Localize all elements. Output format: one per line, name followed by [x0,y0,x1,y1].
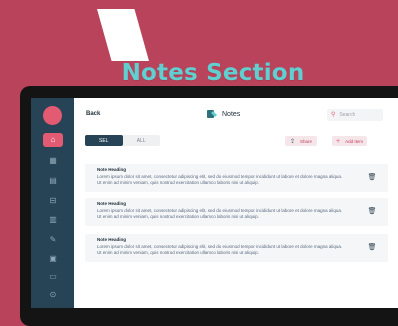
promo-title: Notes Section [121,60,305,86]
sidebar-item-edit[interactable]: ✎ [43,233,63,247]
edit-icon: ✎ [49,235,57,244]
sidebar-item-calendar[interactable]: ▦ [43,154,63,168]
sidebar-item-settings[interactable]: ⊙ [43,288,63,302]
sidebar-item-document[interactable]: ▤ [43,174,63,188]
trash-icon[interactable]: 🗑 [368,243,377,252]
avatar[interactable] [43,106,62,125]
share-icon: ⇪ [290,138,296,145]
share-button[interactable]: ⇪ Share [285,136,318,146]
document-icon: ▤ [49,176,57,185]
add-item-button[interactable]: + Add Item [332,136,368,146]
sidebar-item-files[interactable]: ▥ [43,213,63,227]
report-icon: ⊟ [49,196,57,205]
note-card[interactable]: Note Heading Lorem ipsum dolor sit amet,… [85,198,388,226]
back-link[interactable]: Back [86,111,100,117]
search-icon: ⚲ [331,112,336,118]
inbox-icon: ▭ [49,272,57,281]
note-card[interactable]: Note Heading Lorem ipsum dolor sit amet,… [85,234,388,262]
note-card[interactable]: Note Heading Lorem ipsum dolor sit amet,… [85,164,388,192]
sidebar-item-inbox[interactable]: ▭ [43,270,63,284]
plus-icon: + [336,137,341,145]
add-item-label: Add Item [345,138,364,144]
calendar-icon: ▦ [49,156,57,165]
settings-icon: ⊙ [49,290,57,299]
sidebar: ⌂ ▦ ▤ ⊟ ▥ ✎ ▣ ▭ ⊙ [31,98,74,308]
note-heading: Note Heading [97,201,127,206]
page-header: Notes [206,109,240,119]
sidebar-item-clipboard[interactable]: ▣ [43,252,63,266]
basket-icon: ⌂ [50,135,56,144]
note-body: Lorem ipsum dolor sit amet, consectetur … [97,244,343,255]
toggle-sel[interactable]: SEL [85,135,123,146]
main-content: Back Notes ⚲ Search SEL ALL ⇪ Share + Ad… [74,98,398,308]
search-input[interactable]: ⚲ Search [327,109,383,121]
app-screen: ⌂ ▦ ▤ ⊟ ▥ ✎ ▣ ▭ ⊙ Back Notes ⚲ Search SE… [31,98,398,308]
sidebar-item-basket[interactable]: ⌂ [43,133,63,147]
files-icon: ▥ [49,215,57,224]
page-title: Notes [222,110,241,118]
sidebar-item-report[interactable]: ⊟ [43,194,63,208]
note-body: Lorem ipsum dolor sit amet, consectetur … [97,174,343,185]
decorative-slash-shape [97,9,149,61]
search-placeholder: Search [339,112,356,118]
toggle-all[interactable]: ALL [123,135,161,146]
notes-icon [207,110,217,118]
trash-icon[interactable]: 🗑 [368,207,377,216]
trash-icon[interactable]: 🗑 [368,173,377,182]
share-label: Share [300,138,313,144]
clipboard-icon: ▣ [49,254,57,263]
note-body: Lorem ipsum dolor sit amet, consectetur … [97,208,343,219]
note-heading: Note Heading [97,167,127,172]
note-heading: Note Heading [97,237,127,242]
selection-toggle: SEL ALL [85,135,160,146]
